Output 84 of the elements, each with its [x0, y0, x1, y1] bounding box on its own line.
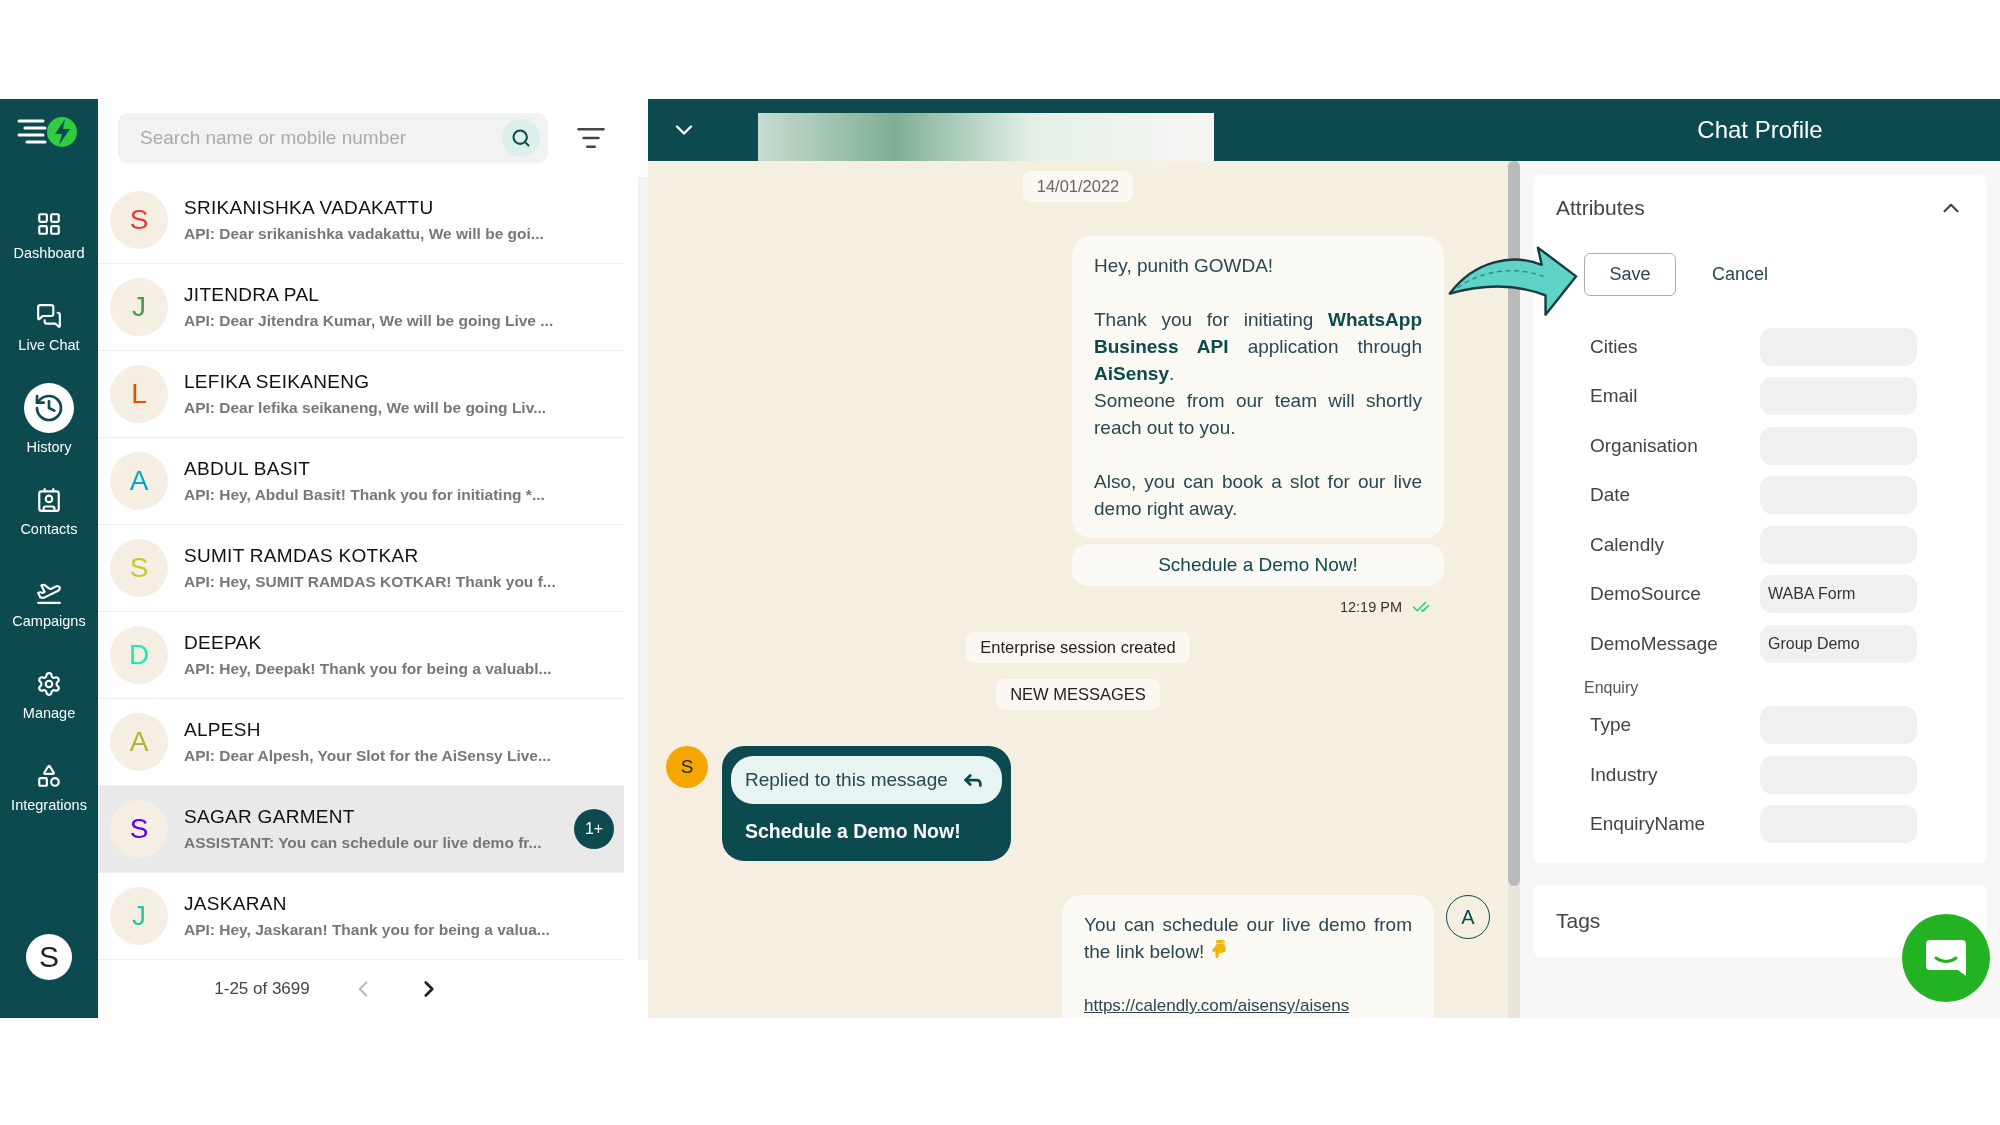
- attribute-field[interactable]: Group Demo: [1760, 624, 1917, 663]
- attribute-label: EnquiryName: [1590, 813, 1707, 836]
- contact-avatar: D: [110, 626, 168, 684]
- attribute-label: Calendly: [1590, 533, 1665, 556]
- attribute-label: DemoSource: [1590, 583, 1702, 606]
- nav-item[interactable]: Contacts: [0, 465, 98, 557]
- nav-label: Dashboard: [13, 245, 85, 261]
- message-preview: API: Dear lefika seikaneng, We will be going Liv...: [184, 399, 548, 417]
- message-text: Schedule a Demo Now!: [744, 820, 962, 843]
- chat-bubble-icon: [1924, 938, 1968, 978]
- message-preview: API: Dear Jitendra Kumar, We will be going Live ...: [184, 312, 555, 330]
- contact-name: ABDUL BASIT: [184, 458, 312, 480]
- attribute-label: DemoMessage: [1590, 632, 1719, 655]
- message-text: Thank you for initiating WhatsApp Business API application through AiSensy.: [1094, 308, 1422, 386]
- contact-name: JITENDRA PAL: [184, 284, 321, 306]
- contact-avatar: A: [110, 452, 168, 510]
- attribute-label: Email: [1590, 385, 1639, 408]
- section-title: Attributes: [1556, 196, 1645, 220]
- message-preview: API: Hey, Deepak! Thank you for being a valuabl...: [184, 660, 553, 678]
- search-icon: [511, 128, 531, 148]
- attribute-label: Date: [1590, 484, 1632, 507]
- message-preview: API: Hey, Jaskaran! Thank you for being a valua...: [184, 921, 551, 939]
- nav-label: Live Chat: [18, 337, 80, 353]
- message-preview: API: Hey, SUMIT RAMDAS KOTKAR! Thank you f...: [184, 573, 557, 591]
- message-preview: API: Dear Alpesh, Your Slot for the AiSensy Live...: [184, 747, 552, 765]
- group-heading: Enquiry: [1583, 677, 1640, 698]
- message-text: Hey, punith GOWDA!: [1094, 254, 1275, 278]
- contact-avatar: S: [110, 539, 168, 597]
- nav-label: Contacts: [20, 521, 78, 537]
- pagination-range: 1-25 of 3699: [214, 979, 310, 999]
- message-preview: ASSISTANT: You can schedule our live demo fr...: [184, 834, 543, 852]
- system-message: NEW MESSAGES: [996, 679, 1160, 710]
- message-text: Also, you can book a slot for our live demo right away.: [1094, 470, 1422, 521]
- contact-avatar: J: [110, 887, 168, 945]
- attribute-label: Industry: [1590, 763, 1659, 786]
- cancel-button[interactable]: Cancel: [1706, 263, 1775, 286]
- panel-title: Chat Profile: [1697, 116, 1823, 144]
- contact-name: LEFIKA SEIKANENG: [184, 371, 371, 393]
- chat-list-item[interactable]: S SAGAR GARMENT ASSISTANT: You can schedule our live demo fr... 1+: [98, 786, 624, 873]
- contact-avatar: L: [110, 365, 168, 423]
- section-title: Tags: [1556, 909, 1601, 933]
- attribute-label: Organisation: [1590, 434, 1699, 457]
- pointing-hand-icon: [1209, 940, 1228, 958]
- contact-avatar: S: [666, 746, 708, 788]
- nav-label: Integrations: [11, 797, 87, 813]
- quick-reply-button[interactable]: Schedule a Demo Now!: [1072, 544, 1444, 586]
- nav-item[interactable]: Dashboard: [0, 189, 98, 281]
- system-message: Enterprise session created: [966, 632, 1190, 663]
- attribute-field[interactable]: WABA Form: [1760, 575, 1917, 614]
- save-button[interactable]: Save: [1584, 253, 1676, 296]
- unread-badge: 1+: [574, 809, 614, 849]
- search-input[interactable]: Search name or mobile number: [138, 126, 502, 150]
- contact-name: SRIKANISHKA VADAKATTU: [184, 197, 435, 219]
- contact-name: SUMIT RAMDAS KOTKAR: [184, 545, 420, 567]
- search-field[interactable]: Search name or mobile number: [118, 113, 548, 163]
- user-avatar[interactable]: S: [26, 934, 72, 980]
- nav-item[interactable]: History: [0, 373, 98, 465]
- nav-label: History: [26, 439, 72, 455]
- attribute-label: Cities: [1590, 335, 1639, 358]
- contact-name: SAGAR GARMENT: [184, 806, 356, 828]
- nav-item[interactable]: Campaigns: [0, 557, 98, 649]
- nav-item[interactable]: Manage: [0, 649, 98, 741]
- scrollbar-thumb[interactable]: [1508, 161, 1520, 886]
- search-button[interactable]: [502, 119, 540, 157]
- nav-label: Campaigns: [12, 613, 86, 629]
- contact-avatar: J: [110, 278, 168, 336]
- contact-name: DEEPAK: [184, 632, 263, 654]
- contact-avatar: S: [110, 800, 168, 858]
- message-text: You can schedule our live demo from the link below!: [1084, 913, 1412, 964]
- nav-item[interactable]: Live Chat: [0, 281, 98, 373]
- reply-label: Replied to this message: [745, 769, 948, 791]
- message-preview: API: Dear srikanishka vadakattu, We will be goi...: [184, 225, 545, 243]
- contact-avatar: S: [110, 191, 168, 249]
- contact-name: JASKARAN: [184, 893, 288, 915]
- date-label: 14/01/2022: [1022, 171, 1134, 202]
- nav-label: Manage: [22, 705, 76, 721]
- message-time: 12:19 PM: [1339, 599, 1402, 615]
- message-preview: API: Hey, Abdul Basit! Thank you for initiating *...: [184, 486, 546, 504]
- link[interactable]: https://calendly.com/aisensy/aisens: [1084, 992, 1412, 1018]
- attribute-label: Type: [1590, 714, 1633, 737]
- nav-item[interactable]: Integrations: [0, 741, 98, 833]
- message-text: Someone from our team will shortly reach out to you.: [1094, 389, 1422, 440]
- contact-avatar: A: [110, 713, 168, 771]
- contact-name: ALPESH: [184, 719, 262, 741]
